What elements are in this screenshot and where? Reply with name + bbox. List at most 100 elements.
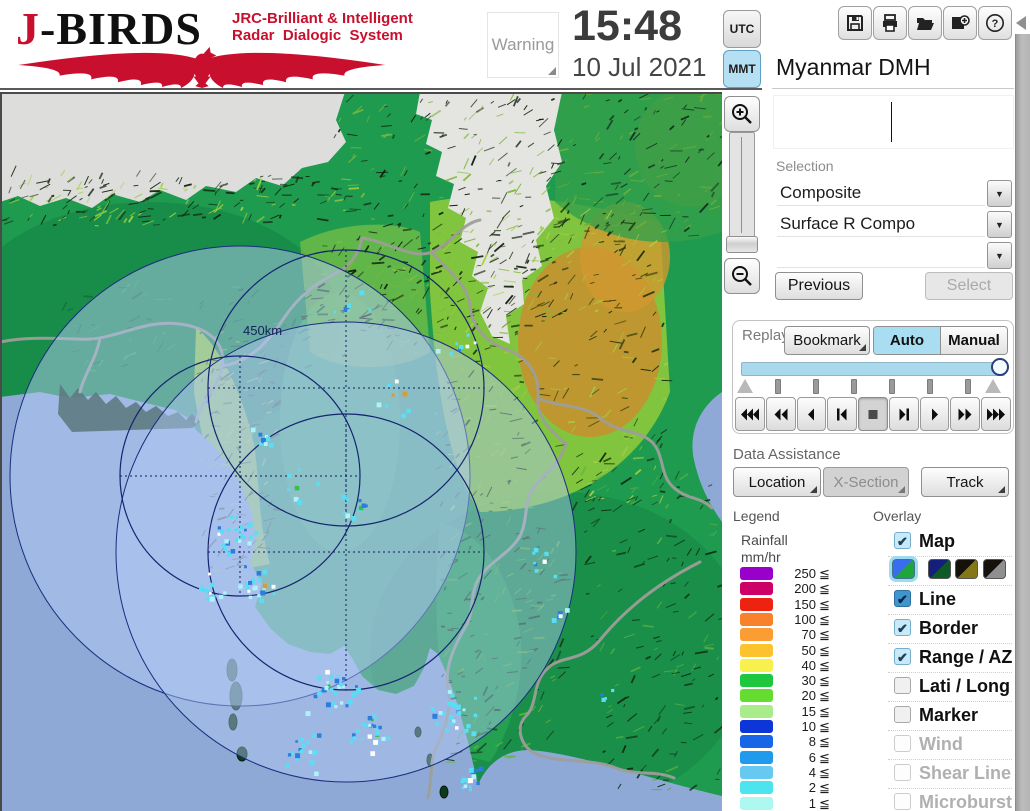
overlay-item-label: Border	[919, 618, 979, 638]
checkbox[interactable]	[894, 590, 911, 608]
overlay-item-label: Marker	[919, 705, 979, 725]
legend-entry: 40 ≦	[740, 658, 870, 673]
overlay-item-border[interactable]: Border	[888, 614, 1012, 644]
stop-button[interactable]	[858, 397, 888, 431]
help-button[interactable]: ?	[978, 6, 1012, 40]
jbirds-window: J-BIRDS JRC-Brilliant & Intelligent Rada…	[0, 0, 1030, 811]
map-zoom-slider[interactable]	[729, 132, 755, 238]
overlay-item-lati-long[interactable]: Lati / Long	[888, 672, 1012, 702]
legend-compare-symbol: ≦	[819, 703, 830, 719]
legend-entry: 8 ≦	[740, 734, 870, 749]
play-button[interactable]	[919, 397, 950, 431]
forward-fast-button[interactable]	[981, 397, 1012, 431]
legend-entry: 200 ≦	[740, 581, 870, 596]
slider-tick	[889, 379, 895, 394]
map-style-swatch-4[interactable]	[983, 559, 1006, 579]
option-dropdown[interactable]: ▼	[775, 241, 1012, 269]
overlay-item-marker[interactable]: Marker	[888, 701, 1012, 731]
legend-compare-symbol: ≦	[819, 780, 830, 796]
auto-mode-button[interactable]: Auto	[874, 327, 941, 354]
step-back-button[interactable]	[827, 397, 858, 431]
bookmark-button[interactable]: Bookmark	[784, 326, 870, 355]
checkbox	[894, 764, 911, 781]
zoom-in-icon	[732, 104, 752, 124]
x-section-button[interactable]: X-Section	[823, 467, 909, 497]
step-forward-button[interactable]	[888, 397, 919, 431]
legend-color-swatch	[740, 781, 773, 795]
print-button[interactable]	[873, 6, 907, 40]
legend-color-swatch	[740, 704, 773, 718]
location-button[interactable]: Location	[733, 467, 821, 497]
add-image-icon	[952, 15, 970, 29]
legend-color-swatch	[740, 674, 773, 688]
legend-value: 15	[801, 703, 816, 719]
svg-text:?: ?	[992, 18, 999, 30]
warning-button[interactable]: Warning	[487, 12, 559, 78]
replay-timeline-slider[interactable]	[741, 358, 1009, 376]
rewind-button[interactable]	[765, 397, 796, 431]
legend-value: 70	[801, 627, 816, 643]
previous-button[interactable]: Previous	[775, 272, 863, 300]
rewind-fast-button[interactable]	[735, 397, 765, 431]
radar-map-canvas[interactable]: 450km	[0, 85, 750, 811]
overlay-item-range-az[interactable]: Range / AZ	[888, 643, 1012, 673]
legend-value: 30	[801, 673, 816, 689]
checkbox[interactable]	[894, 532, 911, 550]
map-style-swatch-3[interactable]	[955, 559, 978, 579]
play-reverse-button[interactable]	[796, 397, 827, 431]
product-dropdown-value: Surface R Compo	[777, 212, 985, 237]
eagle-logo-icon	[18, 46, 386, 88]
slider-end-marker[interactable]	[985, 379, 1001, 393]
map-zoom-slider-thumb[interactable]	[726, 236, 758, 253]
overlay-item-wind[interactable]: Wind	[888, 730, 1012, 760]
legend-entry: 70 ≦	[740, 627, 870, 642]
checkbox[interactable]	[894, 619, 911, 637]
map-style-swatch-1[interactable]	[889, 556, 918, 582]
data-assistance-label: Data Assistance	[733, 446, 841, 463]
replay-group: Replay Bookmark Auto Manual	[732, 320, 1014, 434]
manual-mode-button[interactable]: Manual	[941, 327, 1007, 354]
composite-dropdown-button[interactable]: ▼	[987, 180, 1012, 207]
map-zoom-out-button[interactable]	[724, 258, 760, 294]
legend-value: 50	[801, 642, 816, 658]
utc-button[interactable]: UTC	[723, 10, 761, 48]
legend-compare-symbol: ≦	[819, 581, 830, 597]
collapse-panel-icon[interactable]	[1016, 16, 1026, 30]
composite-dropdown[interactable]: Composite ▼	[775, 179, 1012, 207]
mmt-button[interactable]: MMT	[723, 50, 761, 88]
legend-compare-symbol: ≦	[819, 642, 830, 658]
add-image-button[interactable]	[943, 6, 977, 40]
overlay-item-shear-line[interactable]: Shear Line	[888, 759, 1012, 789]
checkbox[interactable]	[894, 677, 911, 694]
legend-color-swatch	[740, 750, 773, 764]
product-dropdown-button[interactable]: ▼	[987, 211, 1012, 238]
overlay-item-line[interactable]: Line	[888, 585, 1012, 615]
overlay-item-map[interactable]: Map	[888, 527, 1012, 557]
save-button[interactable]	[838, 6, 872, 40]
legend-entry: 2 ≦	[740, 780, 870, 795]
overlay-item-microburst[interactable]: Microburst	[888, 788, 1012, 811]
chevron-down-icon: ▼	[995, 219, 1004, 230]
slider-tick	[813, 379, 819, 394]
checkbox[interactable]	[894, 706, 911, 723]
panel-splitter[interactable]	[1015, 34, 1030, 811]
open-folder-button[interactable]	[908, 6, 942, 40]
map-style-swatch-2[interactable]	[928, 559, 951, 579]
legend-value: 250	[794, 566, 816, 581]
play-reverse-icon	[808, 408, 815, 420]
forward-button[interactable]	[950, 397, 981, 431]
replay-slider-thumb[interactable]	[991, 358, 1009, 376]
legend-value: 4	[808, 764, 816, 780]
play-icon	[931, 408, 938, 420]
stop-icon	[868, 409, 878, 419]
legend-compare-symbol: ≦	[819, 749, 830, 765]
select-button[interactable]: Select	[925, 272, 1013, 300]
checkbox[interactable]	[894, 648, 911, 666]
product-dropdown[interactable]: Surface R Compo ▼	[775, 210, 1012, 238]
legend-entry: 4 ≦	[740, 765, 870, 780]
track-button[interactable]: Track	[921, 467, 1009, 497]
slider-start-marker[interactable]	[737, 379, 753, 393]
option-dropdown-button[interactable]: ▼	[987, 242, 1012, 269]
map-zoom-in-button[interactable]	[724, 96, 760, 132]
chevron-down-icon: ▼	[995, 188, 1004, 199]
